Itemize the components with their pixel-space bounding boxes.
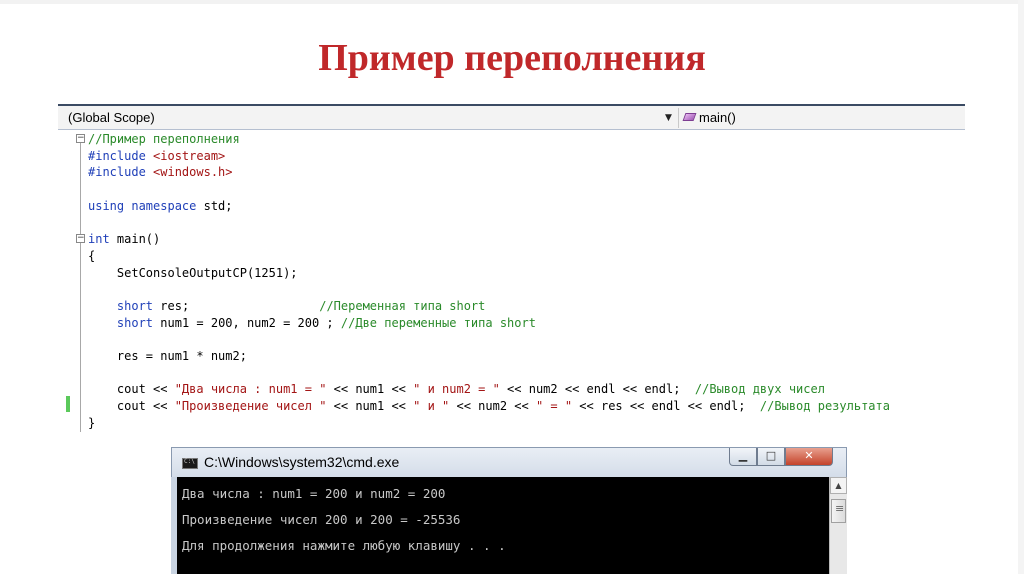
close-button[interactable]: ✕ [785,448,833,466]
code-line[interactable] [88,365,965,382]
code-token: { [88,248,96,263]
code-token: #include [88,148,154,163]
editor-gutter [58,131,86,434]
code-line[interactable] [88,331,965,348]
code-token: << num1 << [326,399,414,413]
code-token: " и num2 = " [413,382,500,397]
code-token: "Произведение чисел " [174,399,327,413]
code-token: << num1 << [326,382,414,397]
maximize-button[interactable]: □ [757,448,785,466]
code-token: #include [88,165,154,180]
code-token: //Две переменные типа short [340,315,536,330]
console-window[interactable]: C:\Windows\system32\cmd.exe ▁ □ ✕ Два чи… [171,447,847,574]
page-right-border [1018,0,1024,574]
console-line: Два числа : num1 = 200 и num2 = 200 [182,486,446,501]
code-line[interactable]: { [88,248,965,265]
page-top-border [0,0,1024,4]
code-token: //Переменная типа short [319,298,486,313]
member-dropdown-label: main() [699,110,736,125]
code-token: //Вывод результата [759,399,890,413]
code-line[interactable]: //Пример переполнения [88,131,965,148]
scroll-up-icon[interactable]: ▲ [830,477,847,494]
code-token: } [88,415,96,430]
code-line[interactable]: using namespace std; [88,198,965,215]
minimize-button[interactable]: ▁ [729,448,757,466]
code-token: cout << [88,399,175,413]
code-token: cout << [88,382,175,397]
code-token: " = " [535,399,573,413]
code-token: << num2 << endl << endl; [499,382,695,397]
code-token: <iostream> [153,148,226,163]
code-token: //Пример переполнения [88,132,240,146]
code-line[interactable]: cout << "Произведение чисел " << num1 <<… [88,398,965,415]
console-output-text: Два числа : num1 = 200 и num2 = 200 Произ… [182,481,506,559]
console-line: Произведение чисел 200 и 200 = -25536 [182,512,461,527]
code-line[interactable]: res = num1 * num2; [88,348,965,365]
method-icon [682,113,697,121]
code-editor[interactable]: (Global Scope) ▼ main() − − //Пример пер… [58,104,965,434]
scroll-thumb[interactable] [831,499,846,523]
code-line[interactable]: } [88,415,965,432]
code-token: using [88,198,132,213]
code-line[interactable]: #include <iostream> [88,148,965,165]
member-dropdown[interactable]: main() [682,106,736,130]
code-line[interactable]: int main() [88,231,965,248]
code-token: short [116,298,161,313]
code-line[interactable]: short num1 = 200, num2 = 200 ; //Две пер… [88,315,965,332]
collapse-comment-icon[interactable]: − [76,134,85,143]
console-scrollbar[interactable]: ▲ [829,477,847,574]
code-token: int [88,232,117,247]
code-token: <windows.h> [153,165,233,180]
code-token: << res << endl << endl; [572,399,760,413]
console-output[interactable]: Два числа : num1 = 200 и num2 = 200 Произ… [171,477,847,574]
scope-divider [678,108,679,128]
dropdown-arrow-icon[interactable]: ▼ [665,106,672,130]
console-title-bar[interactable]: C:\Windows\system32\cmd.exe ▁ □ ✕ [171,447,847,477]
code-token: std; [203,198,233,213]
code-line[interactable] [88,181,965,198]
code-token: main() [116,232,161,247]
outline-guide-line [80,137,81,432]
console-line: Для продолжения нажмите любую клавишу . … [182,538,506,553]
code-token: " и " [413,399,450,413]
code-token: num1 = 200, num2 = 200 ; [160,315,341,330]
slide-title: Пример переполнения [318,37,706,79]
code-token: res = num1 * num2; [88,348,247,363]
code-line[interactable]: #include <windows.h> [88,164,965,181]
code-token: SetConsoleOutputCP(1251); [88,265,298,280]
collapse-main-icon[interactable]: − [76,234,85,243]
code-token: namespace [131,198,204,213]
code-line[interactable]: SetConsoleOutputCP(1251); [88,265,965,282]
code-line[interactable]: cout << "Два числа : num1 = " << num1 <<… [88,381,965,398]
code-line[interactable] [88,214,965,231]
cmd-icon [182,458,198,469]
scope-dropdown[interactable]: (Global Scope) [68,106,680,130]
console-title: C:\Windows\system32\cmd.exe [204,454,400,470]
code-line[interactable] [88,281,965,298]
scope-dropdown-label: (Global Scope) [68,110,155,125]
code-token: << num2 << [449,399,536,413]
code-text-area[interactable]: //Пример переполнения #include <iostream>… [88,131,965,431]
scope-navigation-bar: (Global Scope) ▼ main() [58,104,965,130]
code-token: res; [160,298,320,313]
code-token: short [116,315,161,330]
code-line[interactable]: short res; //Переменная типа short [88,298,965,315]
code-token: "Два числа : num1 = " [174,382,327,397]
code-token: //Вывод двух чисел [694,382,825,397]
change-marker [66,396,70,412]
